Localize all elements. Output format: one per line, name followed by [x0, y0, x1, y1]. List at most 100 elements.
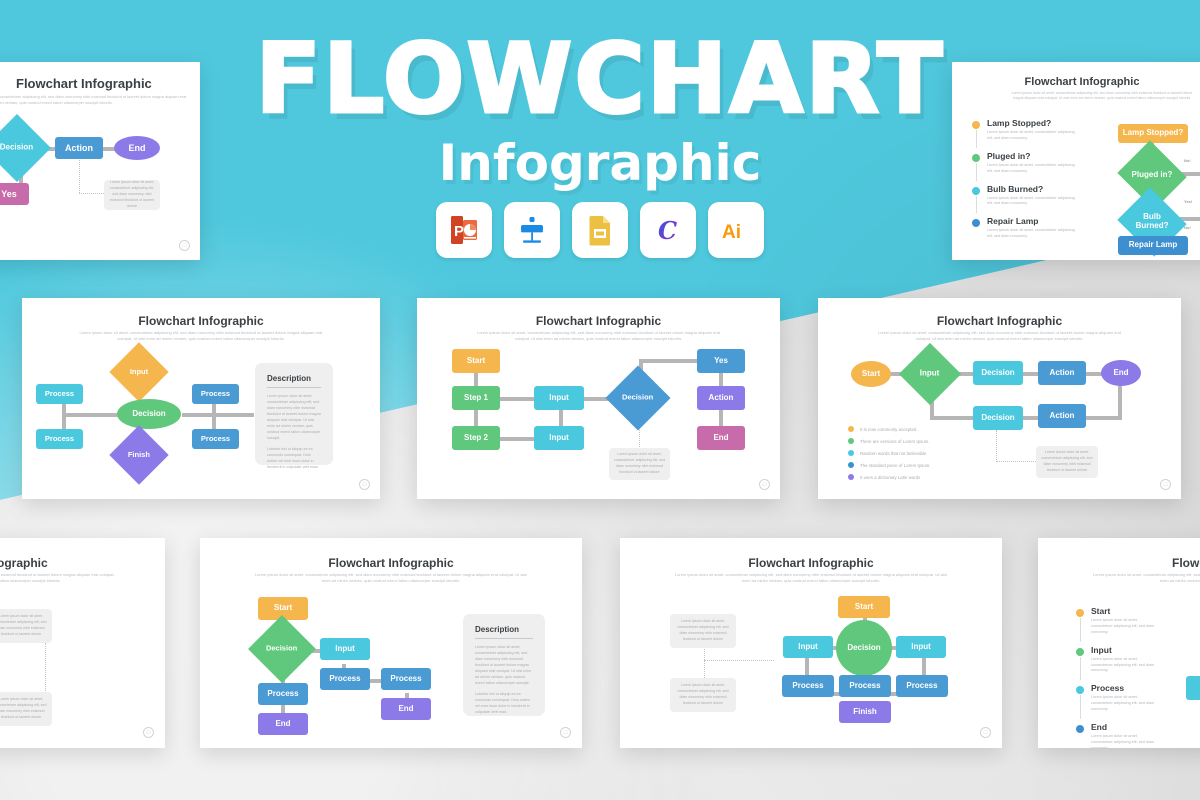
page-title: FLOWCHART: [254, 23, 945, 135]
node-decision[interactable]: Decision: [248, 615, 316, 683]
node-input[interactable]: Input: [320, 638, 370, 660]
node-start[interactable]: Start: [851, 361, 891, 387]
node-process[interactable]: Process: [839, 675, 891, 697]
legend-heading: Input: [1091, 644, 1112, 655]
node-input[interactable]: Input: [109, 342, 169, 402]
node-input[interactable]: Input: [896, 636, 946, 658]
description-heading: Description: [267, 374, 321, 388]
slide-title: Flowchart Infographic: [748, 556, 874, 570]
node-input[interactable]: Input: [898, 342, 962, 406]
legend-dot-icon: [1076, 724, 1084, 733]
legend-dot-icon: [1076, 686, 1084, 695]
svg-text:P: P: [454, 223, 464, 240]
legend-item[interactable]: Input Lorem ipsum dolor sit amet, consec…: [1076, 644, 1158, 681]
legend-body: Lorem ipsum dolor sit amet, consectetuer…: [1091, 618, 1155, 634]
node-step-2[interactable]: Step 2: [452, 426, 500, 450]
slide-card-bottom-right-partial[interactable]: Flowc Lorem ipsum dolor sit amet, consec…: [1038, 538, 1200, 748]
dotted-connector: [704, 660, 774, 661]
node-process[interactable]: Process: [782, 675, 834, 697]
node-label: Finish: [127, 449, 151, 459]
legend-dot-icon: [848, 462, 854, 468]
description-paragraph: Lorem ipsum dolor sit amet, consectetuer…: [475, 645, 532, 685]
legend-item[interactable]: It uses a dictionary Latin words: [848, 474, 931, 480]
keynote-icon[interactable]: [504, 202, 560, 258]
node-end[interactable]: End: [1101, 360, 1141, 386]
legend-body: Lorem ipsum dolor sit amet, consectetuer…: [1091, 695, 1155, 711]
legend-dot-icon: [848, 426, 854, 432]
node-input[interactable]: Input: [534, 386, 584, 410]
slide-card-bottom-second[interactable]: Flowchart Infographic Lorem ipsum dolor …: [200, 538, 582, 748]
node-process[interactable]: Process: [192, 384, 239, 404]
slide-subtitle: Lorem ipsum dolor sit amet, consectetuer…: [254, 572, 528, 584]
connector: [497, 397, 535, 401]
node-decision[interactable]: Decision: [973, 361, 1023, 385]
legend-dot-icon: [1076, 609, 1084, 617]
connector: [182, 413, 254, 417]
node-process[interactable]: Pro: [1186, 676, 1200, 700]
node-end[interactable]: End: [258, 713, 308, 735]
slide-title: Flowchart Infographic: [936, 314, 1063, 328]
node-action[interactable]: Action: [1038, 361, 1086, 385]
node-start[interactable]: Start: [838, 596, 890, 618]
note-box: Lorem ipsum dolor sit amet, consectetuer…: [0, 609, 52, 643]
slide-card-mid-center[interactable]: Flowchart Infographic Lorem ipsum dolor …: [417, 298, 780, 499]
description-paragraph: Lobortis nisl ut aliquip ex ea commodo c…: [475, 691, 530, 714]
legend-item[interactable]: It is now commonly accepted.: [848, 426, 931, 432]
slide-subtitle: Lorem ipsum dolor sit amet, consectetuer…: [0, 572, 115, 584]
google-slides-icon[interactable]: [572, 202, 628, 258]
note-box: Lorem ipsum dolor sit amet, consectetuer…: [670, 678, 736, 712]
node-action[interactable]: Action: [1038, 404, 1086, 428]
legend-heading: Start: [1091, 606, 1111, 616]
node-start[interactable]: Start: [452, 349, 500, 373]
slide-card-bottom-third[interactable]: Flowchart Infographic Lorem ipsum dolor …: [620, 538, 1002, 748]
watermark-icon: □: [980, 727, 991, 738]
node-process[interactable]: Process: [36, 384, 83, 404]
slide-card-mid-right[interactable]: Flowchart Infographic Lorem ipsum dolor …: [818, 298, 1181, 499]
node-process[interactable]: Process: [36, 429, 83, 449]
legend-dot-icon: [848, 474, 854, 480]
node-action[interactable]: Action: [697, 386, 745, 410]
description-panel: Description Lorem ipsum dolor sit amet, …: [463, 614, 545, 716]
powerpoint-icon[interactable]: P: [436, 202, 492, 258]
dotted-connector: [996, 461, 1036, 462]
node-process[interactable]: Process: [381, 668, 431, 690]
node-finish[interactable]: Finish: [839, 701, 891, 723]
node-yes[interactable]: Yes: [697, 349, 745, 373]
node-decision[interactable]: Decision: [836, 620, 892, 676]
node-end[interactable]: End: [381, 698, 431, 720]
legend-item[interactable]: The standard piece of Lorem Ipsum.: [848, 462, 931, 468]
node-decision[interactable]: Decision: [605, 365, 671, 431]
connector: [639, 359, 699, 363]
node-process[interactable]: Process: [258, 683, 308, 705]
description-paragraph: Lobortis nisl ut aliquip ex ea commodo c…: [267, 446, 319, 469]
dotted-connector: [79, 193, 104, 194]
note-box: Lorem ipsum dolor sit amet, consectetuer…: [0, 692, 52, 726]
node-process[interactable]: Process: [896, 675, 948, 697]
node-end[interactable]: End: [697, 426, 745, 450]
legend-item[interactable]: Process Lorem ipsum dolor sit amet, cons…: [1076, 683, 1158, 719]
node-input[interactable]: Input: [534, 426, 584, 450]
legend-item[interactable]: Start Lorem ipsum dolor sit amet, consec…: [1076, 606, 1158, 642]
canva-icon[interactable]: C: [640, 202, 696, 258]
node-step-1[interactable]: Step 1: [452, 386, 500, 410]
legend-item[interactable]: Random words that not believable: [848, 450, 931, 456]
node-process[interactable]: Process: [192, 429, 239, 449]
node-decision[interactable]: Decision: [117, 399, 181, 429]
legend-item[interactable]: End Lorem ipsum dolor sit amet, consecte…: [1076, 722, 1158, 748]
slide-card-mid-left[interactable]: Flowchart Infographic Lorem ipsum dolor …: [22, 298, 380, 499]
illustrator-icon[interactable]: Ai: [708, 202, 764, 258]
slide-card-bottom-left-partial[interactable]: Flowchart Infographic Lorem ipsum dolor …: [0, 538, 165, 748]
node-decision[interactable]: Decision: [973, 406, 1023, 430]
node-finish[interactable]: Finish: [109, 425, 169, 485]
legend-text: Random words that not believable: [860, 450, 927, 456]
legend-item[interactable]: There are versions of Lorem Ipsum.: [848, 438, 931, 444]
legend-dot-icon: [848, 450, 854, 456]
legend-text: The standard piece of Lorem Ipsum.: [860, 462, 931, 468]
node-input[interactable]: Input: [783, 636, 833, 658]
legend-list: Start Lorem ipsum dolor sit amet, consec…: [1076, 606, 1158, 748]
legend-dot-icon: [1076, 647, 1084, 656]
node-process[interactable]: Process: [320, 668, 370, 690]
svg-text:C: C: [658, 216, 677, 245]
page-subtitle: Infographic: [438, 134, 762, 193]
hero-header: FLOWCHART Infographic: [0, 23, 1200, 193]
